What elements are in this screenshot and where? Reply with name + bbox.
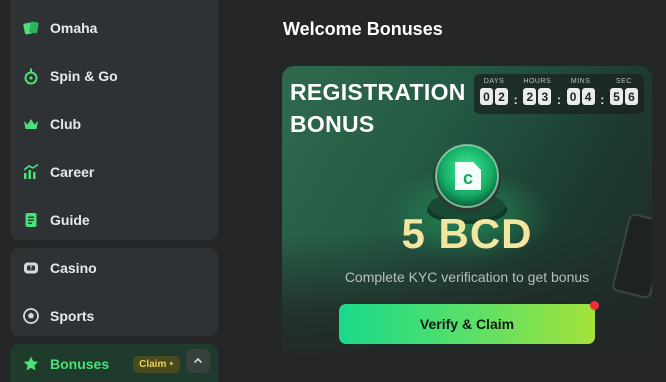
sidebar-item-spin-go[interactable]: Spin & Go bbox=[10, 56, 218, 96]
sidebar-item-label: Club bbox=[50, 116, 82, 132]
sidebar-item-label: Bonuses bbox=[50, 356, 110, 372]
countdown-mins: MINS 0 4 bbox=[566, 78, 595, 105]
soccer-ball-icon bbox=[22, 307, 40, 325]
sidebar-item-bonuses[interactable]: Bonuses Claim ✦ bbox=[10, 344, 218, 382]
countdown-digit: 4 bbox=[581, 88, 595, 105]
countdown-digit: 2 bbox=[495, 88, 508, 105]
sidebar-item-guide[interactable]: Guide bbox=[10, 200, 218, 240]
notification-dot bbox=[590, 301, 599, 310]
bonus-description: Complete KYC verification to get bonus bbox=[344, 269, 590, 285]
sidebar-item-club[interactable]: Club bbox=[10, 104, 218, 144]
countdown-separator: : bbox=[513, 92, 518, 107]
registration-bonus-card: REGISTRATION BONUS DAYS 0 2 : HOURS 2 3 … bbox=[282, 66, 652, 354]
svg-text:c: c bbox=[463, 168, 473, 188]
career-chart-icon bbox=[22, 163, 40, 181]
svg-text:7: 7 bbox=[30, 266, 33, 272]
sidebar-item-omaha[interactable]: Omaha bbox=[10, 8, 218, 48]
sidebar-item-sports[interactable]: Sports bbox=[10, 296, 218, 336]
guide-book-icon bbox=[22, 211, 40, 229]
sidebar-item-casino[interactable]: 7 Casino bbox=[10, 248, 218, 288]
sidebar-item-label: Career bbox=[50, 164, 95, 180]
omaha-cards-icon bbox=[22, 19, 40, 37]
countdown-hours: HOURS 2 3 bbox=[523, 78, 552, 105]
sidebar-item-label: Guide bbox=[50, 212, 90, 228]
chevron-up-icon bbox=[193, 357, 203, 364]
claim-badge-label: Claim bbox=[139, 358, 167, 370]
claim-badge[interactable]: Claim ✦ bbox=[133, 355, 181, 373]
promo-title-line-1: REGISTRATION bbox=[290, 79, 466, 105]
countdown-timer: DAYS 0 2 : HOURS 2 3 : MINS 0 4 : SEC 5 … bbox=[474, 74, 644, 114]
countdown-sec: SEC 5 6 bbox=[609, 78, 638, 105]
collapse-button[interactable] bbox=[186, 349, 210, 373]
star-icon bbox=[22, 355, 40, 373]
page-title: Welcome Bonuses bbox=[283, 19, 443, 39]
bonus-amount: 5 BCD bbox=[401, 210, 533, 257]
countdown-separator: : bbox=[600, 92, 605, 107]
crown-icon bbox=[22, 115, 40, 133]
countdown-digit: 0 bbox=[566, 88, 580, 105]
slot-machine-icon: 7 bbox=[22, 259, 40, 277]
sidebar-item-label: Casino bbox=[50, 260, 97, 276]
countdown-digit: 0 bbox=[480, 88, 493, 105]
sidebar-item-label: Omaha bbox=[50, 20, 98, 36]
sparkle-icon: ✦ bbox=[168, 361, 175, 368]
sidebar-item-career[interactable]: Career bbox=[10, 152, 218, 192]
countdown-separator: : bbox=[556, 92, 562, 107]
spin-go-icon bbox=[22, 67, 40, 85]
promo-title: REGISTRATION BONUS bbox=[290, 76, 480, 140]
promo-title-line-2: BONUS bbox=[290, 111, 375, 137]
verify-claim-button[interactable]: Verify & Claim bbox=[339, 301, 599, 344]
countdown-digit: 6 bbox=[624, 88, 638, 105]
sidebar-item-label: Sports bbox=[50, 308, 95, 324]
sidebar: Omaha Spin & Go Club Career Guide 7 Casi… bbox=[0, 0, 228, 382]
countdown-digit: 5 bbox=[609, 88, 623, 105]
countdown-digit: 2 bbox=[523, 88, 537, 105]
sidebar-item-label: Spin & Go bbox=[50, 68, 118, 84]
verify-claim-label: Verify & Claim bbox=[419, 316, 515, 332]
countdown-digit: 3 bbox=[538, 88, 552, 105]
countdown-days: DAYS 0 2 bbox=[480, 78, 508, 105]
